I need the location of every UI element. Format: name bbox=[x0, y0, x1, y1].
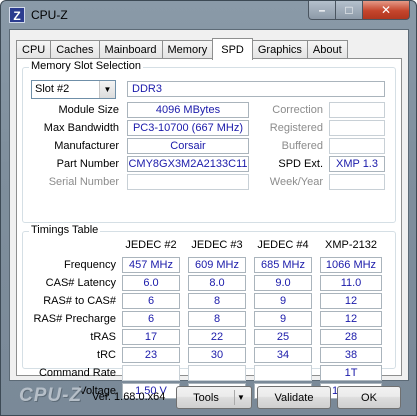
client-area: CPU Caches Mainboard Memory SPD Graphics… bbox=[9, 29, 409, 399]
timing-row-label: tRC bbox=[97, 349, 116, 361]
cpuz-window: Z CPU-Z – □ ✕ CPU Caches Mainboard Memor… bbox=[0, 0, 417, 416]
timing-row-label: RAS# Precharge bbox=[33, 313, 116, 325]
timings-table: JEDEC #2 JEDEC #3 JEDEC #4 XMP-2132 Freq… bbox=[22, 229, 396, 399]
timing-cell bbox=[254, 365, 312, 381]
chevron-down-icon[interactable]: ▼ bbox=[99, 81, 115, 98]
max-bandwidth-label: Max Bandwidth bbox=[43, 122, 119, 134]
spd-ext-label: SPD Ext. bbox=[278, 158, 323, 170]
timing-cell: 17 bbox=[122, 329, 180, 345]
tab-memory[interactable]: Memory bbox=[161, 40, 214, 59]
timing-cell: 8.0 bbox=[188, 275, 246, 291]
timing-row-label: tRAS bbox=[90, 331, 116, 343]
timing-cell: 6.0 bbox=[122, 275, 180, 291]
minimize-icon: – bbox=[318, 3, 326, 17]
manufacturer-label: Manufacturer bbox=[54, 140, 119, 152]
tools-button-label: Tools bbox=[193, 391, 219, 404]
tools-button[interactable]: Tools ▼ bbox=[176, 386, 252, 409]
tab-spd[interactable]: SPD bbox=[212, 38, 253, 60]
timing-cell: 9 bbox=[254, 311, 312, 327]
timing-cell: 9.0 bbox=[254, 275, 312, 291]
tab-about[interactable]: About bbox=[306, 40, 348, 59]
tab-caches[interactable]: Caches bbox=[50, 40, 100, 59]
serial-number-value bbox=[127, 174, 249, 190]
validate-button[interactable]: Validate bbox=[257, 386, 331, 409]
timing-row-label: RAS# to CAS# bbox=[43, 295, 116, 307]
timing-cell: 6 bbox=[122, 293, 180, 309]
correction-label: Correction bbox=[272, 104, 323, 116]
close-button[interactable]: ✕ bbox=[363, 1, 410, 20]
timing-cell bbox=[122, 365, 180, 381]
timing-row-label: Frequency bbox=[64, 259, 116, 271]
column-header-jedec3: JEDEC #3 bbox=[191, 239, 243, 251]
footer-bar: CPU-Z Ver. 1.68.0.x64 Tools ▼ Validate O… bbox=[1, 381, 416, 416]
column-header-xmp: XMP-2132 bbox=[325, 239, 377, 251]
week-year-label: Week/Year bbox=[269, 176, 323, 188]
maximize-button[interactable]: □ bbox=[336, 1, 363, 20]
timing-cell: 28 bbox=[320, 329, 382, 345]
tab-mainboard[interactable]: Mainboard bbox=[98, 40, 163, 59]
timing-cell: 609 MHz bbox=[188, 257, 246, 273]
timing-cell: 34 bbox=[254, 347, 312, 363]
slot-select-value: Slot #2 bbox=[35, 83, 70, 95]
maximize-icon: □ bbox=[345, 3, 353, 17]
close-icon: ✕ bbox=[380, 3, 392, 17]
module-size-label: Module Size bbox=[58, 104, 119, 116]
timing-row-label: CAS# Latency bbox=[45, 277, 116, 289]
registered-label: Registered bbox=[269, 122, 323, 134]
slot-select[interactable]: Slot #2 ▼ bbox=[31, 80, 116, 99]
ok-button[interactable]: OK bbox=[337, 386, 401, 409]
memory-type-value: DDR3 bbox=[127, 81, 385, 97]
timing-cell: 6 bbox=[122, 311, 180, 327]
registered-value bbox=[329, 120, 385, 136]
part-number-value: CMY8GX3M2A2133C11 bbox=[127, 156, 249, 172]
timing-cell: 8 bbox=[188, 311, 246, 327]
memory-slot-group-label: Memory Slot Selection bbox=[29, 60, 144, 72]
timing-cell: 8 bbox=[188, 293, 246, 309]
tab-graphics[interactable]: Graphics bbox=[251, 40, 308, 59]
title-bar[interactable]: Z CPU-Z – □ ✕ bbox=[1, 1, 416, 29]
buffered-label: Buffered bbox=[281, 140, 323, 152]
timing-cell: 22 bbox=[188, 329, 246, 345]
timing-cell bbox=[188, 365, 246, 381]
timing-cell: 25 bbox=[254, 329, 312, 345]
timing-cell: 12 bbox=[320, 293, 382, 309]
column-header-jedec2: JEDEC #2 bbox=[125, 239, 177, 251]
chevron-down-icon[interactable]: ▼ bbox=[234, 390, 247, 405]
timing-cell: 30 bbox=[188, 347, 246, 363]
column-header-jedec4: JEDEC #4 bbox=[257, 239, 309, 251]
timing-cell: 685 MHz bbox=[254, 257, 312, 273]
timing-cell: 11.0 bbox=[320, 275, 382, 291]
part-number-label: Part Number bbox=[56, 158, 119, 170]
cpuz-logo: CPU-Z bbox=[19, 385, 83, 406]
timing-cell: 1T bbox=[320, 365, 382, 381]
timing-cell: 457 MHz bbox=[122, 257, 180, 273]
tab-cpu[interactable]: CPU bbox=[16, 40, 52, 59]
week-year-value bbox=[329, 174, 385, 190]
serial-number-label: Serial Number bbox=[48, 176, 119, 188]
timing-cell: 9 bbox=[254, 293, 312, 309]
manufacturer-value: Corsair bbox=[127, 138, 249, 154]
window-title: CPU-Z bbox=[31, 8, 68, 22]
timing-cell: 1066 MHz bbox=[320, 257, 382, 273]
module-size-value: 4096 MBytes bbox=[127, 102, 249, 118]
timing-row-label: Command Rate bbox=[38, 367, 116, 379]
tab-strip: CPU Caches Mainboard Memory SPD Graphics… bbox=[16, 38, 348, 60]
window-controls: – □ ✕ bbox=[308, 1, 410, 20]
timing-cell: 38 bbox=[320, 347, 382, 363]
version-label: Ver. 1.68.0.x64 bbox=[92, 391, 166, 403]
spd-panel: Memory Slot Selection Slot #2 ▼ DDR3 Mod… bbox=[16, 58, 402, 399]
max-bandwidth-value: PC3-10700 (667 MHz) bbox=[127, 120, 249, 136]
minimize-button[interactable]: – bbox=[308, 1, 336, 20]
timing-cell: 23 bbox=[122, 347, 180, 363]
timing-cell: 12 bbox=[320, 311, 382, 327]
spd-ext-value: XMP 1.3 bbox=[329, 156, 385, 172]
cpuz-app-icon[interactable]: Z bbox=[9, 7, 25, 23]
correction-value bbox=[329, 102, 385, 118]
memory-slot-group: Memory Slot Selection Slot #2 ▼ DDR3 Mod… bbox=[22, 60, 396, 223]
buffered-value bbox=[329, 138, 385, 154]
